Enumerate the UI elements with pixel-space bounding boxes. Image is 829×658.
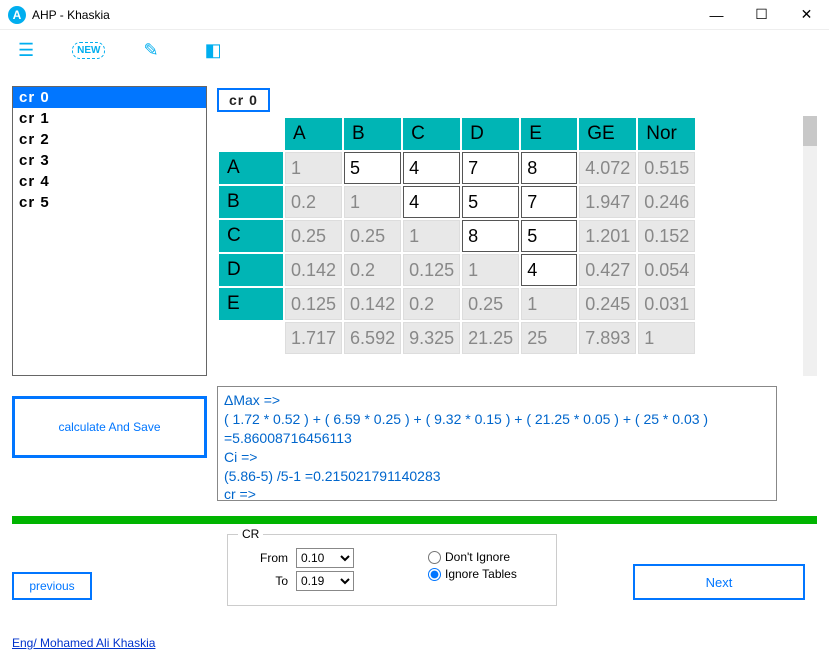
- row-header: A: [219, 152, 283, 184]
- criteria-item[interactable]: cr 3: [13, 150, 206, 171]
- window-title: AHP - Khaskia: [32, 8, 110, 22]
- matrix-cell[interactable]: 5: [344, 152, 401, 184]
- sum-cell: 25: [521, 322, 577, 354]
- matrix-cell: 0.142: [344, 288, 401, 320]
- to-label: To: [238, 574, 288, 588]
- separator-bar: [12, 516, 817, 524]
- minimize-button[interactable]: —: [694, 0, 739, 30]
- output-line: (5.86-5) /5-1 =0.215021791140283: [224, 467, 770, 486]
- cr-settings-group: CR From 0.10 To 0.19 Don't Ignore Ignore…: [227, 534, 557, 606]
- matrix-cell: 1: [285, 152, 342, 184]
- sum-cell: 1.717: [285, 322, 342, 354]
- sum-cell: 6.592: [344, 322, 401, 354]
- toolbar: ☰ NEW ✎ ◧: [0, 30, 829, 70]
- comparison-matrix: ABCDEGENorA154784.0720.515B0.214571.9470…: [217, 116, 777, 386]
- edit-icon[interactable]: ✎: [135, 36, 166, 65]
- matrix-cell: 0.25: [462, 288, 519, 320]
- from-select[interactable]: 0.10: [296, 548, 354, 568]
- matrix-cell: 1: [462, 254, 519, 286]
- ge-cell: 0.245: [579, 288, 636, 320]
- dont-ignore-radio[interactable]: Don't Ignore: [428, 550, 517, 564]
- ignore-tables-radio[interactable]: Ignore Tables: [428, 567, 517, 581]
- cr-legend: CR: [238, 527, 263, 541]
- matrix-cell: 0.2: [344, 254, 401, 286]
- matrix-cell: 0.142: [285, 254, 342, 286]
- maximize-button[interactable]: ☐: [739, 0, 784, 30]
- from-label: From: [238, 551, 288, 565]
- column-header: D: [462, 118, 519, 150]
- row-header: C: [219, 220, 283, 252]
- output-line: cr =>: [224, 485, 770, 501]
- criteria-item[interactable]: cr 1: [13, 108, 206, 129]
- ge-cell: 1.947: [579, 186, 636, 218]
- output-line: ( 1.72 * 0.52 ) + ( 6.59 * 0.25 ) + ( 9.…: [224, 410, 770, 448]
- criteria-item[interactable]: cr 5: [13, 192, 206, 213]
- current-criterion-tag: cr 0: [217, 88, 270, 112]
- view-icon[interactable]: ◧: [197, 36, 230, 65]
- menu-icon[interactable]: ☰: [10, 36, 42, 65]
- matrix-cell: 0.2: [285, 186, 342, 218]
- nor-cell: 0.246: [638, 186, 695, 218]
- matrix-cell: 0.25: [344, 220, 401, 252]
- nor-cell: 0.054: [638, 254, 695, 286]
- matrix-cell: 0.2: [403, 288, 460, 320]
- matrix-cell[interactable]: 4: [403, 152, 460, 184]
- sum-cell: 21.25: [462, 322, 519, 354]
- column-header: C: [403, 118, 460, 150]
- close-button[interactable]: ✕: [784, 0, 829, 30]
- matrix-scrollbar[interactable]: [803, 116, 817, 376]
- criteria-item[interactable]: cr 0: [13, 87, 206, 108]
- row-header: E: [219, 288, 283, 320]
- column-header: A: [285, 118, 342, 150]
- nor-cell: 0.031: [638, 288, 695, 320]
- app-icon: A: [8, 6, 26, 24]
- row-header: B: [219, 186, 283, 218]
- column-header: E: [521, 118, 577, 150]
- matrix-cell[interactable]: 7: [462, 152, 519, 184]
- calculate-save-button[interactable]: calculate And Save: [12, 396, 207, 458]
- matrix-cell: 0.125: [403, 254, 460, 286]
- ge-cell: 1.201: [579, 220, 636, 252]
- nor-cell: 0.515: [638, 152, 695, 184]
- author-link[interactable]: Eng/ Mohamed Ali Khaskia: [12, 636, 155, 650]
- column-header: B: [344, 118, 401, 150]
- matrix-cell: 0.25: [285, 220, 342, 252]
- matrix-cell[interactable]: 5: [462, 186, 519, 218]
- criteria-item[interactable]: cr 4: [13, 171, 206, 192]
- output-line: ΔMax =>: [224, 391, 770, 410]
- row-header: D: [219, 254, 283, 286]
- sum-cell: 1: [638, 322, 695, 354]
- sum-cell: 9.325: [403, 322, 460, 354]
- to-select[interactable]: 0.19: [296, 571, 354, 591]
- calculation-output: ΔMax => ( 1.72 * 0.52 ) + ( 6.59 * 0.25 …: [217, 386, 777, 501]
- matrix-cell[interactable]: 4: [403, 186, 460, 218]
- column-header: Nor: [638, 118, 695, 150]
- matrix-cell: 1: [521, 288, 577, 320]
- ge-cell: 0.427: [579, 254, 636, 286]
- output-line: Ci =>: [224, 448, 770, 467]
- matrix-cell: 1: [403, 220, 460, 252]
- previous-button[interactable]: previous: [12, 572, 92, 600]
- matrix-cell: 0.125: [285, 288, 342, 320]
- nor-cell: 0.152: [638, 220, 695, 252]
- new-icon[interactable]: NEW: [72, 42, 105, 59]
- criteria-item[interactable]: cr 2: [13, 129, 206, 150]
- sum-cell: 7.893: [579, 322, 636, 354]
- title-bar: A AHP - Khaskia — ☐ ✕: [0, 0, 829, 30]
- matrix-cell: 1: [344, 186, 401, 218]
- column-header: GE: [579, 118, 636, 150]
- matrix-cell[interactable]: 4: [521, 254, 577, 286]
- ge-cell: 4.072: [579, 152, 636, 184]
- matrix-cell[interactable]: 7: [521, 186, 577, 218]
- matrix-cell[interactable]: 8: [521, 152, 577, 184]
- matrix-cell[interactable]: 8: [462, 220, 519, 252]
- criteria-listbox[interactable]: cr 0cr 1cr 2cr 3cr 4cr 5: [12, 86, 207, 376]
- next-button[interactable]: Next: [633, 564, 805, 600]
- matrix-cell[interactable]: 5: [521, 220, 577, 252]
